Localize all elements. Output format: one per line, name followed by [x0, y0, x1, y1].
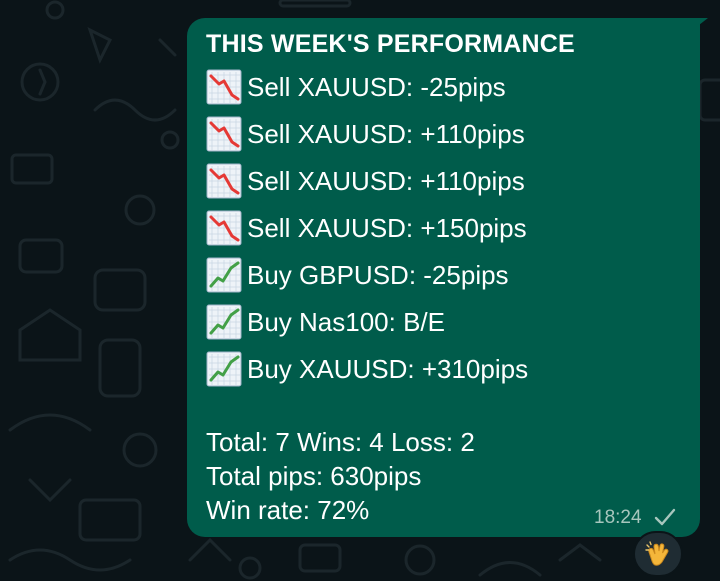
trade-text: Sell XAUUSD: +150pips: [247, 212, 527, 243]
trade-row: Sell XAUUSD: -25pips: [205, 67, 506, 107]
single-check-icon: [654, 508, 676, 526]
bubble-tail: [690, 18, 708, 32]
reaction-badge[interactable]: [633, 531, 683, 577]
message-time: 18:24: [594, 507, 642, 528]
chart-increasing-icon: [206, 257, 242, 293]
clapping-hands-icon: [645, 541, 669, 566]
trade-row: Buy Nas100: B/E: [205, 302, 445, 342]
trade-row: Sell XAUUSD: +150pips: [205, 208, 527, 248]
summary-totals: Total: 7 Wins: 4 Loss: 2: [206, 427, 475, 457]
message-title: THIS WEEK'S PERFORMANCE: [206, 30, 575, 58]
trade-text: Sell XAUUSD: +110pips: [247, 118, 525, 149]
trade-row: Sell XAUUSD: +110pips: [205, 114, 525, 154]
summary-winrate: Win rate: 72%: [206, 495, 370, 525]
trade-text: Sell XAUUSD: +110pips: [247, 165, 525, 196]
trade-row: Buy GBPUSD: -25pips: [205, 255, 509, 295]
chart-decreasing-icon: [206, 116, 242, 152]
chart-increasing-icon: [206, 351, 242, 387]
trade-row: Buy XAUUSD: +310pips: [205, 349, 528, 389]
trade-text: Buy Nas100: B/E: [247, 306, 445, 337]
summary-pips: Total pips: 630pips: [206, 461, 422, 491]
trade-row: Sell XAUUSD: +110pips: [205, 161, 525, 201]
chart-increasing-icon: [206, 304, 242, 340]
trade-text: Sell XAUUSD: -25pips: [247, 71, 506, 102]
trade-text: Buy GBPUSD: -25pips: [247, 259, 509, 290]
chart-decreasing-icon: [206, 69, 242, 105]
trade-text: Buy XAUUSD: +310pips: [247, 353, 529, 384]
chart-decreasing-icon: [206, 210, 242, 246]
chart-decreasing-icon: [206, 163, 242, 199]
